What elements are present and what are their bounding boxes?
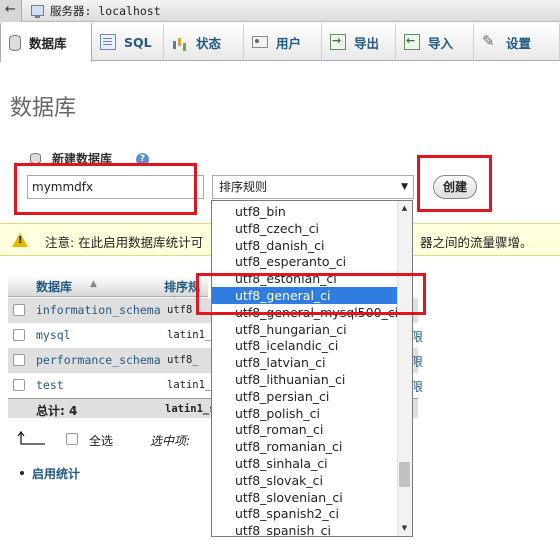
tab-users[interactable]: 用户	[244, 23, 322, 61]
table-header: 数据库 ▲ 排序规则	[8, 275, 208, 311]
dropdown-option[interactable]: utf8_lithuanian_ci	[212, 371, 398, 388]
tab-label: 导出	[354, 35, 380, 51]
tab-label: 状态	[196, 35, 222, 51]
row-checkbox[interactable]	[13, 304, 25, 316]
tab-label: 导入	[428, 35, 454, 51]
row-checkbox[interactable]	[13, 329, 25, 341]
dropdown-option[interactable]: utf8_slovenian_ci	[212, 489, 398, 506]
total-label: 总计: 4	[36, 404, 78, 418]
highlight-box-selected-collation	[196, 273, 426, 315]
server-label[interactable]: 服务器: localhost	[50, 3, 161, 19]
notice-text: 注意: 在此启用数据库统计可	[45, 235, 204, 250]
tab-databases[interactable]: 数据库	[0, 23, 92, 62]
server-icon	[31, 5, 44, 18]
export-icon	[330, 34, 346, 50]
enable-statistics-link[interactable]: 启用统计	[19, 465, 80, 482]
dropdown-option[interactable]: utf8_roman_ci	[212, 421, 398, 438]
tab-import[interactable]: 导入	[396, 23, 474, 61]
collation-select-value: 排序规则	[219, 180, 268, 194]
main-tabs: 数据库 SQL 状态 用户 导出 导入 设置	[0, 23, 560, 62]
dropdown-option[interactable]: utf8_czech_ci	[212, 220, 398, 237]
collation-dropdown-list[interactable]: utf8_bin utf8_czech_ci utf8_danish_ci utf8_…	[211, 200, 413, 537]
dropdown-option[interactable]: utf8_icelandic_ci	[212, 337, 398, 354]
highlight-box-name-input	[14, 163, 197, 215]
sort-ascending-icon[interactable]: ▲	[90, 279, 97, 289]
tab-status[interactable]: 状态	[164, 23, 244, 61]
dropdown-option[interactable]: utf8_bin	[212, 203, 398, 220]
tab-settings[interactable]: 设置	[474, 23, 560, 61]
dropdown-option[interactable]: utf8_sinhala_ci	[212, 455, 398, 472]
database-link[interactable]: performance_schema	[36, 353, 161, 367]
tab-label: SQL	[124, 34, 152, 50]
row-checkbox[interactable]	[13, 354, 25, 366]
dropdown-option[interactable]: utf8_spanish2_ci	[212, 505, 398, 522]
database-link[interactable]: mysql	[36, 328, 71, 342]
database-link[interactable]: information_schema	[36, 303, 161, 317]
sql-icon	[100, 34, 116, 50]
status-icon	[172, 34, 188, 50]
dropdown-option[interactable]: utf8_latvian_ci	[212, 354, 398, 371]
dropdown-option[interactable]: utf8_spanish_ci	[212, 522, 398, 536]
row-collation: latin1_	[167, 329, 212, 341]
warning-icon: !	[12, 233, 28, 247]
dropdown-option[interactable]: utf8_hungarian_ci	[212, 321, 398, 338]
row-collation: utf8_	[167, 354, 199, 366]
import-icon	[404, 34, 420, 50]
total-collation: latin1_s	[165, 403, 216, 415]
dropdown-option[interactable]: utf8_esperanto_ci	[212, 253, 398, 270]
dropdown-option[interactable]: utf8_danish_ci	[212, 237, 398, 254]
with-selected-label: 选中项:	[150, 434, 191, 448]
row-collation: latin1_	[167, 379, 212, 391]
tab-label: 数据库	[29, 36, 67, 51]
highlight-box-create-button	[417, 155, 492, 212]
select-arrow-icon	[17, 431, 45, 445]
row-checkbox[interactable]	[13, 379, 25, 391]
dropdown-option[interactable]: utf8_slovak_ci	[212, 472, 398, 489]
dropdown-option[interactable]: utf8_romanian_ci	[212, 438, 398, 455]
dropdown-scrollbar[interactable]: ▲ ▼	[397, 201, 412, 536]
back-button[interactable]: ←	[0, 0, 22, 22]
tab-label: 设置	[506, 35, 532, 51]
select-all-checkbox[interactable]	[66, 433, 78, 445]
tab-export[interactable]: 导出	[322, 23, 396, 61]
select-all-label[interactable]: 全选	[89, 432, 113, 449]
dropdown-arrow-icon: ▼	[401, 182, 408, 192]
scroll-up-icon[interactable]: ▲	[397, 201, 412, 216]
dropdown-option[interactable]: utf8_polish_ci	[212, 405, 398, 422]
scrollbar-thumb[interactable]	[399, 462, 410, 487]
page-title: 数据库	[10, 96, 77, 121]
server-bar: ← 服务器: localhost	[0, 0, 560, 22]
settings-icon	[482, 32, 498, 50]
tab-sql[interactable]: SQL	[92, 23, 164, 61]
notice-text-tail: 器之间的流量骤增。	[420, 235, 533, 250]
collation-select[interactable]: 排序规则 ▼	[212, 175, 414, 199]
scroll-down-icon[interactable]: ▼	[397, 521, 412, 536]
row-collation: utf8	[167, 304, 193, 316]
users-icon	[252, 36, 268, 48]
column-header-database[interactable]: 数据库	[36, 278, 72, 295]
tab-label: 用户	[276, 35, 302, 51]
database-link[interactable]: test	[36, 378, 64, 392]
dropdown-option[interactable]: utf8_persian_ci	[212, 388, 398, 405]
database-icon	[9, 34, 21, 51]
